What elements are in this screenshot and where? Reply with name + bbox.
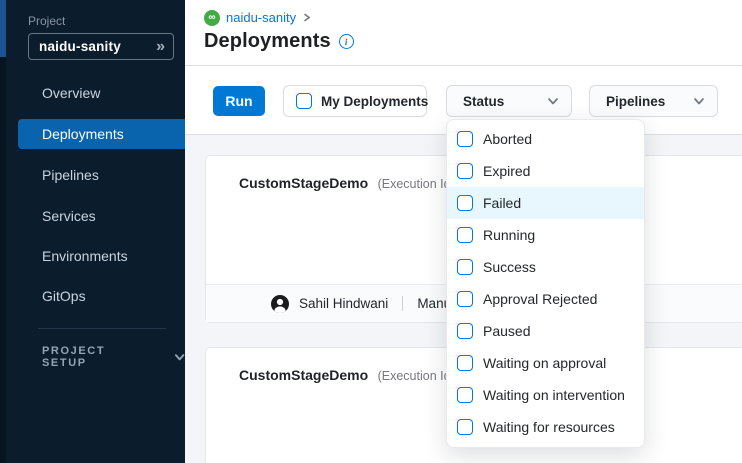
menu-item-label: Waiting on approval: [483, 355, 606, 371]
project-name: naidu-sanity: [39, 39, 156, 54]
pipeline-name: CustomStageDemo: [239, 175, 368, 191]
triggered-by: Sahil Hindwani: [299, 296, 388, 311]
menu-item-paused[interactable]: Paused: [447, 315, 644, 347]
checkbox-icon[interactable]: [457, 227, 473, 243]
sidebar-item-gitops[interactable]: GitOps: [42, 281, 86, 311]
project-label: Project: [28, 14, 65, 28]
sidebar-item-label: Deployments: [42, 119, 124, 149]
project-selector[interactable]: naidu-sanity »: [28, 33, 174, 60]
checkbox-icon[interactable]: [296, 93, 312, 109]
pipelines-dropdown[interactable]: Pipelines: [589, 85, 718, 117]
menu-item-aborted[interactable]: Aborted: [447, 123, 644, 155]
status-dropdown[interactable]: Status: [446, 85, 572, 117]
menu-item-running[interactable]: Running: [447, 219, 644, 251]
footer-divider: [402, 296, 403, 311]
sidebar-divider: [38, 328, 166, 329]
chevron-down-icon: [547, 95, 559, 107]
app-root: Project naidu-sanity » Overview Deployme…: [0, 0, 742, 463]
menu-item-waiting-on-intervention[interactable]: Waiting on intervention: [447, 379, 644, 411]
menu-item-expired[interactable]: Expired: [447, 155, 644, 187]
my-deployments-filter[interactable]: My Deployments: [283, 85, 427, 117]
sidebar-item-deployments[interactable]: Deployments: [18, 119, 185, 149]
checkbox-icon[interactable]: [457, 163, 473, 179]
menu-item-label: Expired: [483, 163, 530, 179]
sidebar-item-pipelines[interactable]: Pipelines: [42, 160, 99, 190]
menu-item-approval-rejected[interactable]: Approval Rejected: [447, 283, 644, 315]
menu-item-waiting-for-resources[interactable]: Waiting for resources: [447, 411, 644, 443]
menu-item-label: Success: [483, 259, 536, 275]
checkbox-icon[interactable]: [457, 259, 473, 275]
checkbox-icon[interactable]: [457, 131, 473, 147]
cd-module-icon: ∞: [204, 10, 220, 26]
status-dropdown-menu: Aborted Expired Failed Running Success A…: [446, 119, 645, 448]
project-sidebar: Project naidu-sanity » Overview Deployme…: [6, 0, 185, 463]
checkbox-icon[interactable]: [457, 419, 473, 435]
menu-item-label: Paused: [483, 323, 530, 339]
title-row: Deployments i: [204, 30, 354, 53]
pipelines-dropdown-label: Pipelines: [606, 94, 665, 109]
breadcrumb-project-link[interactable]: naidu-sanity: [226, 10, 296, 25]
menu-item-failed[interactable]: Failed: [447, 187, 644, 219]
info-icon[interactable]: i: [339, 34, 354, 49]
double-chevron-right-icon[interactable]: »: [156, 39, 165, 55]
chevron-down-icon: [174, 351, 185, 363]
pipeline-name: CustomStageDemo: [239, 367, 368, 383]
menu-item-success[interactable]: Success: [447, 251, 644, 283]
sidebar-item-overview[interactable]: Overview: [42, 78, 100, 108]
chevron-down-icon: [693, 95, 705, 107]
execution-id-text: (Execution Id: [378, 177, 451, 191]
checkbox-icon[interactable]: [457, 323, 473, 339]
run-button[interactable]: Run: [213, 86, 265, 116]
main-panel: ∞ naidu-sanity Deployments i Run My Depl…: [185, 0, 742, 463]
page-title: Deployments: [204, 30, 331, 53]
status-dropdown-label: Status: [463, 94, 504, 109]
checkbox-icon[interactable]: [457, 387, 473, 403]
menu-item-label: Waiting for resources: [483, 419, 615, 435]
menu-item-label: Approval Rejected: [483, 291, 597, 307]
sidebar-section-project-setup[interactable]: PROJECT SETUP: [42, 344, 185, 370]
checkbox-icon[interactable]: [457, 291, 473, 307]
menu-item-waiting-on-approval[interactable]: Waiting on approval: [447, 347, 644, 379]
menu-item-label: Aborted: [483, 131, 532, 147]
sidebar-item-environments[interactable]: Environments: [42, 241, 128, 271]
chevron-right-icon: [302, 12, 312, 23]
menu-item-label: Failed: [483, 195, 521, 211]
menu-item-label: Waiting on intervention: [483, 387, 625, 403]
section-label: PROJECT SETUP: [42, 345, 148, 369]
my-deployments-label: My Deployments: [321, 94, 428, 109]
checkbox-icon[interactable]: [457, 355, 473, 371]
sidebar-item-services[interactable]: Services: [42, 201, 96, 231]
avatar: [271, 295, 289, 313]
checkbox-icon[interactable]: [457, 195, 473, 211]
breadcrumb: ∞ naidu-sanity: [204, 9, 312, 26]
menu-item-label: Running: [483, 227, 535, 243]
page-header: ∞ naidu-sanity Deployments i: [185, 0, 742, 66]
execution-id-text: (Execution Id: [378, 369, 451, 383]
